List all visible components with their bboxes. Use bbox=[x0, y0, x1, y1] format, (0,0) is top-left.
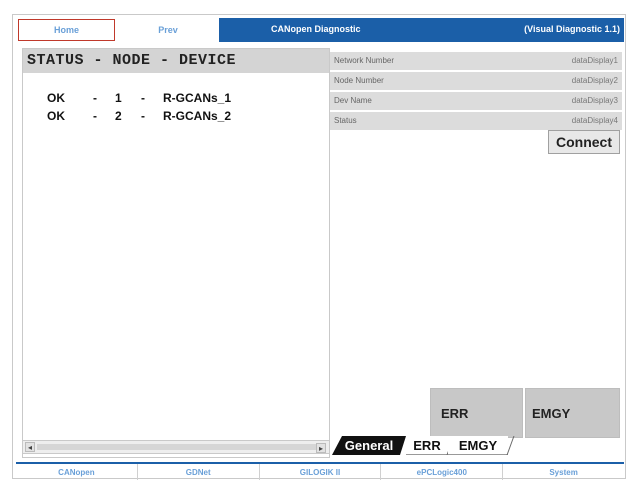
horizontal-scrollbar[interactable]: ◂ bbox=[22, 440, 330, 454]
bottom-nav: CANopen GDNet GILOGIK II ePCLogic400 Sys… bbox=[16, 462, 624, 480]
info-label: Status bbox=[334, 116, 357, 125]
info-value: dataDisplay2 bbox=[571, 76, 618, 85]
node-list-header: STATUS - NODE - DEVICE bbox=[23, 49, 329, 73]
nav-epclogic400[interactable]: ePCLogic400 bbox=[381, 464, 504, 480]
scroll-track[interactable] bbox=[37, 444, 319, 450]
separator: - bbox=[141, 109, 146, 123]
connect-button[interactable]: Connect bbox=[548, 130, 620, 154]
node-list: OK - 1 - R-GCANs_1 OK - 2 - R-GCANs_2 bbox=[27, 77, 231, 123]
emgy-button[interactable]: EMGY bbox=[525, 388, 620, 438]
info-row-node-number: Node Number dataDisplay2 bbox=[330, 72, 622, 90]
node-status: OK bbox=[47, 109, 66, 123]
info-row-dev-name: Dev Name dataDisplay3 bbox=[330, 92, 622, 110]
node-number: 2 bbox=[115, 109, 122, 123]
tab-emgy[interactable]: EMGY bbox=[448, 436, 508, 455]
separator: - bbox=[93, 91, 98, 105]
node-number: 1 bbox=[115, 91, 122, 105]
info-row-status: Status dataDisplay4 bbox=[330, 112, 622, 130]
device-info-panel: Network Number dataDisplay1 Node Number … bbox=[330, 52, 622, 132]
top-bar: Home Prev CANopen Diagnostic (Visual Dia… bbox=[16, 18, 624, 42]
info-label: Node Number bbox=[334, 76, 384, 85]
tab-general[interactable]: General bbox=[332, 436, 406, 455]
nav-canopen[interactable]: CANopen bbox=[16, 464, 138, 480]
home-button[interactable]: Home bbox=[18, 19, 115, 41]
list-item[interactable]: OK - 1 - R-GCANs_1 bbox=[27, 77, 231, 105]
nav-gdnet[interactable]: GDNet bbox=[138, 464, 260, 480]
separator: - bbox=[93, 109, 98, 123]
info-value: dataDisplay3 bbox=[571, 96, 618, 105]
separator: - bbox=[141, 91, 146, 105]
info-label: Network Number bbox=[334, 56, 395, 65]
node-list-panel: STATUS - NODE - DEVICE OK - 1 - R-GCANs_1 OK… bbox=[22, 48, 330, 458]
page-title: CANopen Diagnostic bbox=[271, 24, 361, 34]
prev-button[interactable]: Prev bbox=[120, 19, 216, 41]
scroll-right-icon[interactable]: ▸ bbox=[316, 443, 326, 453]
page-subtitle: (Visual Diagnostic 1.1) bbox=[524, 24, 620, 34]
info-row-network-number: Network Number dataDisplay1 bbox=[330, 52, 622, 70]
device-name: R-GCANs_1 bbox=[163, 91, 232, 105]
info-value: dataDisplay1 bbox=[571, 56, 618, 65]
info-value: dataDisplay4 bbox=[571, 116, 618, 125]
info-label: Dev Name bbox=[334, 96, 372, 105]
title-bar: CANopen Diagnostic (Visual Diagnostic 1.… bbox=[219, 18, 624, 42]
nav-gilogik[interactable]: GILOGIK II bbox=[260, 464, 382, 480]
err-button[interactable]: ERR bbox=[430, 388, 523, 438]
nav-system[interactable]: System bbox=[503, 464, 624, 480]
device-name: R-GCANs_2 bbox=[163, 109, 232, 123]
scroll-left-icon[interactable]: ◂ bbox=[25, 442, 35, 452]
node-status: OK bbox=[47, 91, 66, 105]
